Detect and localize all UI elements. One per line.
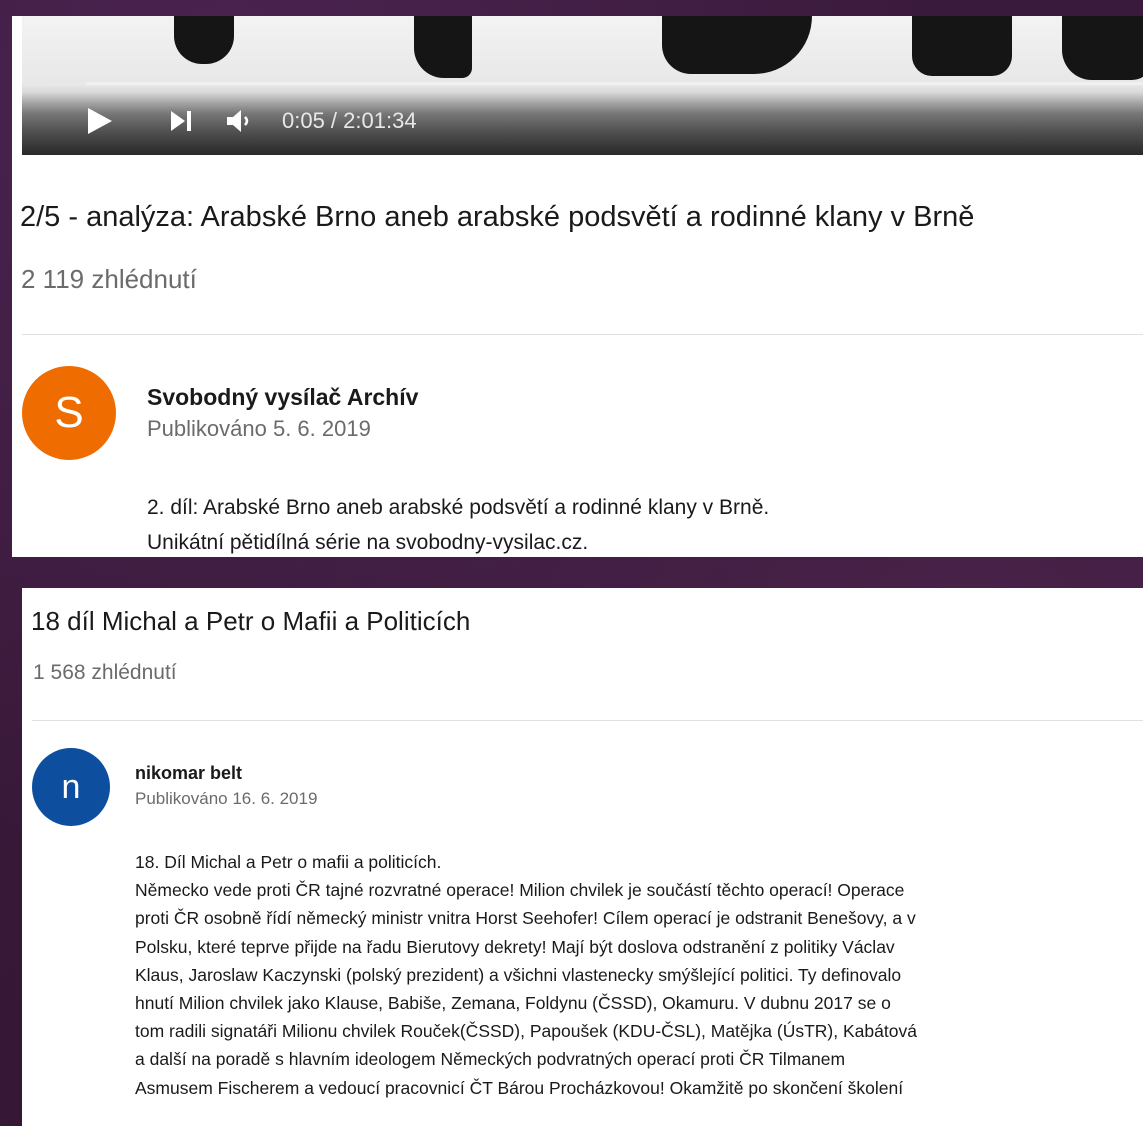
publish-date: Publikováno 5. 6. 2019 (147, 416, 371, 441)
description-line: proti ČR osobně řídí německý ministr vni… (135, 908, 916, 929)
avatar[interactable]: S (22, 366, 116, 460)
description-line: 18. Díl Michal a Petr o mafii a politicí… (135, 852, 442, 872)
divider (32, 720, 1143, 721)
video-frame-silhouette (1062, 16, 1143, 80)
description-line: Polsku, které teprve přijde na řadu Bier… (135, 936, 895, 957)
description-line: tom radili signatáři Milionu chvilek Rou… (135, 1021, 917, 1042)
skip-next-icon (171, 111, 191, 131)
video-frame-silhouette (662, 16, 812, 74)
video-panel-2: 18 díl Michal a Petr o Mafii a Politicíc… (22, 588, 1143, 1126)
video-frame-silhouette (174, 16, 234, 64)
video-title: 18 díl Michal a Petr o Mafii a Politicíc… (31, 606, 471, 636)
video-panel-1: 0:05 / 2:01:34 2/5 - analýza: Arabské Br… (12, 16, 1143, 557)
avatar[interactable]: n (32, 748, 110, 826)
video-frame-silhouette (414, 16, 472, 78)
volume-button[interactable] (225, 106, 257, 136)
video-description: 2. díl: Arabské Brno aneb arabské podsvě… (147, 490, 769, 557)
description-line: 2. díl: Arabské Brno aneb arabské podsvě… (147, 496, 770, 519)
channel-name[interactable]: Svobodný vysílač Archív (147, 384, 418, 411)
volume-icon (227, 110, 249, 132)
video-frame-silhouette (912, 16, 1012, 76)
description-line: Klaus, Jaroslaw Kaczynski (polský prezid… (135, 964, 902, 985)
time-display: 0:05 / 2:01:34 (282, 108, 417, 133)
progress-bar[interactable] (46, 82, 1143, 85)
divider (22, 334, 1143, 335)
view-count: 2 119 zhlédnutí (21, 264, 197, 294)
description-line: Unikátní pětidílná série na svobodny-vys… (147, 531, 589, 554)
play-icon (88, 108, 112, 134)
channel-name[interactable]: nikomar belt (135, 763, 242, 784)
progress-fill (46, 82, 86, 85)
view-count: 1 568 zhlédnutí (33, 661, 177, 684)
description-line: hnutí Milion chvilek jako Klause, Babiše… (135, 993, 891, 1014)
description-line: a další na poradě s hlavním ideologem Ně… (135, 1049, 846, 1070)
video-title: 2/5 - analýza: Arabské Brno aneb arabské… (20, 201, 975, 233)
description-line: Asmusem Fischerem a vedoucí pracovnicí Č… (135, 1077, 904, 1098)
publish-date: Publikováno 16. 6. 2019 (135, 789, 318, 808)
next-button[interactable] (168, 106, 196, 136)
video-description: 18. Díl Michal a Petr o mafii a politicí… (135, 848, 1135, 1102)
play-button[interactable] (87, 106, 113, 136)
description-line: Německo vede proti ČR tajné rozvratné op… (135, 880, 905, 901)
video-player[interactable]: 0:05 / 2:01:34 (22, 16, 1143, 155)
